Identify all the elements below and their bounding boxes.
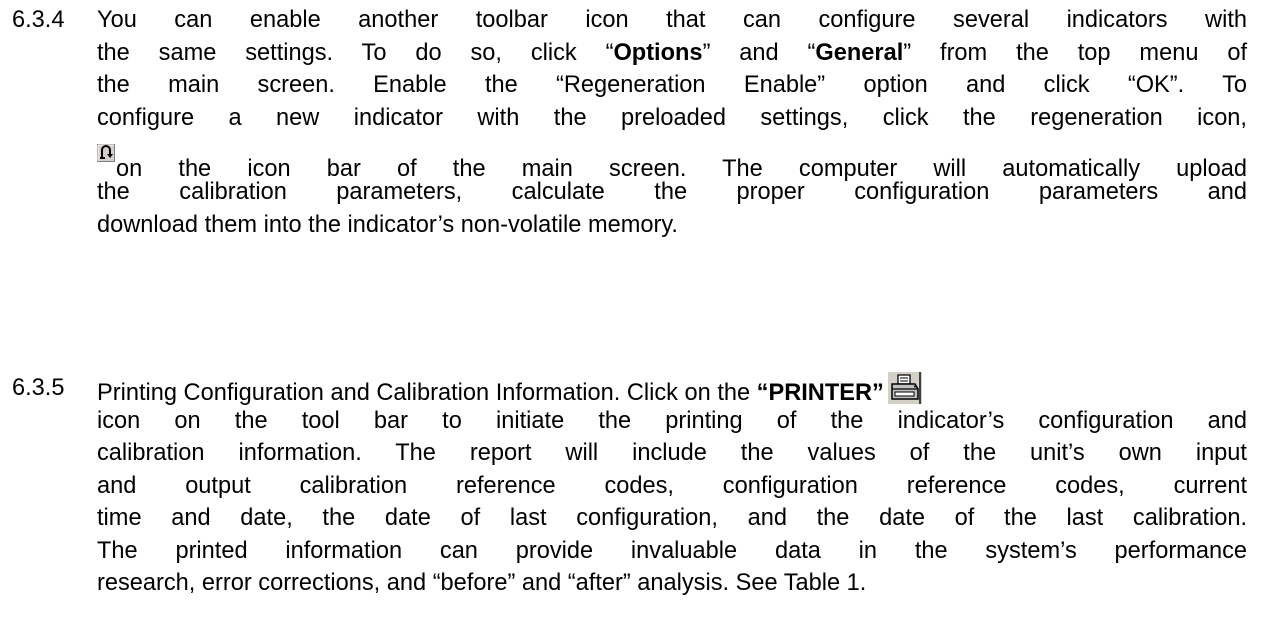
- text-line: calibration information. The report will…: [97, 440, 1247, 466]
- printer-label: “PRINTER”: [756, 380, 884, 406]
- options-menu-reference: Options: [613, 39, 703, 66]
- section-body: Printing Configuration and Calibration I…: [97, 372, 1247, 600]
- text-run: the same settings. To do so, click “: [97, 39, 614, 66]
- text-line: research, error corrections, and “before…: [97, 570, 867, 596]
- text-run: ” and “: [702, 39, 816, 66]
- text-run: ” from the top menu of: [903, 39, 1247, 66]
- section-body: You can enable another toolbar icon that…: [97, 4, 1247, 241]
- section-number: 6.3.4: [12, 7, 65, 33]
- text-run: Printing Configuration and Calibration I…: [97, 380, 757, 406]
- text-line: time and date, the date of last configur…: [97, 505, 1247, 531]
- regeneration-icon: [97, 134, 115, 162]
- text-line: Printing Configuration and Calibration I…: [97, 372, 1247, 406]
- general-menu-reference: General: [815, 39, 904, 66]
- text-line: icon on the tool bar to initiate the pri…: [97, 407, 1247, 434]
- text-line: the main screen. Enable the “Regeneratio…: [97, 72, 1247, 98]
- section-number: 6.3.5: [12, 375, 65, 401]
- text-line: The printed information can provide inva…: [97, 537, 1247, 564]
- text-line: and output calibration reference codes, …: [97, 472, 1247, 499]
- text-line: the same settings. To do so, click “Opti…: [97, 37, 1247, 70]
- printer-icon: [887, 372, 922, 404]
- text-line: download them into the indicator’s non-v…: [97, 211, 678, 238]
- text-line: the calibration parameters, calculate th…: [97, 179, 1247, 205]
- text-line: configure a new indicator with the prelo…: [97, 104, 1247, 131]
- text-line: on the icon bar of the main screen. The …: [97, 134, 1247, 182]
- text-line: You can enable another toolbar icon that…: [97, 7, 1247, 33]
